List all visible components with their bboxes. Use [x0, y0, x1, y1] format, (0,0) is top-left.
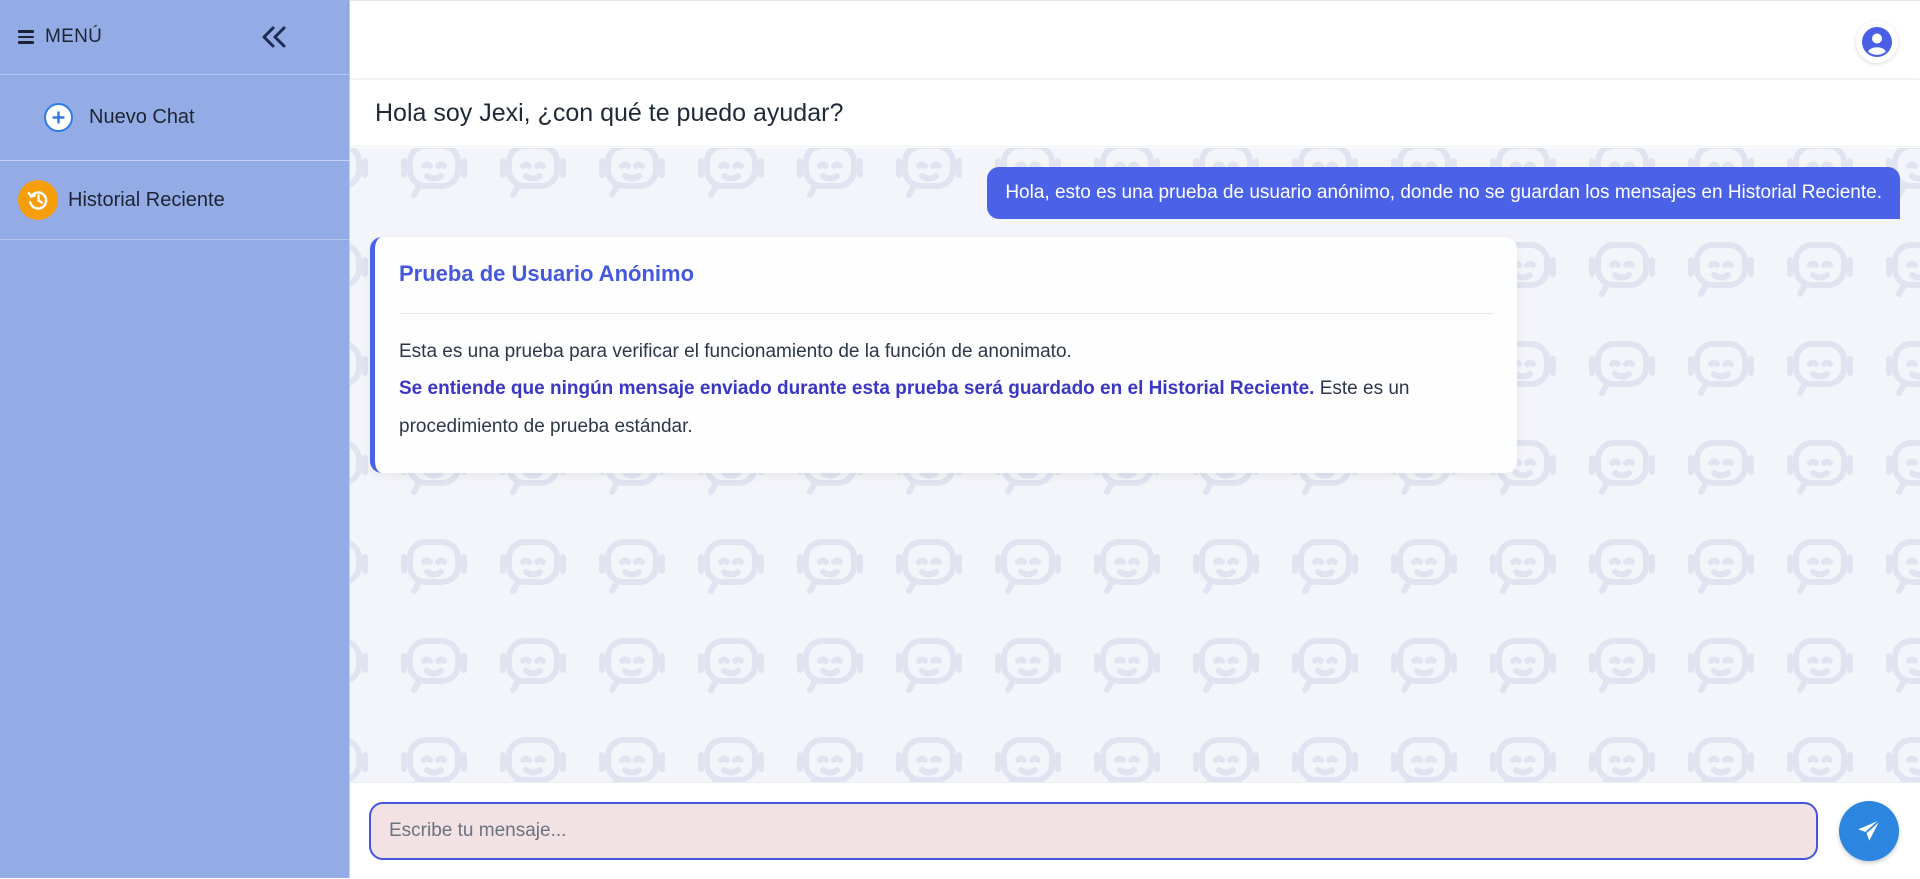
send-button[interactable]: [1839, 801, 1899, 861]
user-avatar-button[interactable]: [1856, 21, 1898, 63]
bot-message-emphasis: Se entiende que ningún mensaje enviado d…: [399, 378, 1315, 399]
sidebar-item-label: Nuevo Chat: [89, 106, 195, 128]
user-circle-icon: [1862, 27, 1892, 57]
chat-area[interactable]: Hola, esto es una prueba de usuario anón…: [350, 148, 1920, 782]
bot-message-title: Prueba de Usuario Anónimo: [399, 261, 695, 286]
hamburger-icon: [18, 30, 34, 44]
top-bar: [350, 0, 1920, 78]
bot-message-body: Esta es una prueba para verificar el fun…: [399, 339, 1493, 446]
page-title: Hola soy Jexi, ¿con qué te puedo ayudar?: [375, 98, 844, 127]
menu-title: MENÚ: [45, 26, 103, 47]
menu-header: MENÚ: [0, 0, 349, 75]
plus-circle-icon: [44, 103, 73, 132]
double-chevron-left-icon: [262, 26, 286, 48]
user-message-bubble: Hola, esto es una prueba de usuario anón…: [987, 167, 1900, 219]
sidebar-item-label: Historial Reciente: [68, 188, 225, 211]
composer-bar: [350, 782, 1920, 879]
sidebar: MENÚ Nuevo Chat Historial Reciente: [0, 0, 350, 878]
bot-message-card: Prueba de Usuario Anónimo Esta es una pr…: [370, 237, 1517, 473]
collapse-sidebar-button[interactable]: [257, 20, 291, 54]
message-input[interactable]: [369, 802, 1818, 860]
sidebar-item-history[interactable]: Historial Reciente: [0, 161, 349, 240]
sidebar-item-new-chat[interactable]: Nuevo Chat: [0, 75, 349, 161]
divider: [399, 313, 1493, 314]
bot-message-line: Esta es una prueba para verificar el fun…: [399, 341, 1072, 362]
history-icon: [18, 180, 58, 220]
chat-title-bar: Hola soy Jexi, ¿con qué te puedo ayudar?: [350, 80, 1920, 147]
paper-plane-icon: [1858, 819, 1881, 841]
